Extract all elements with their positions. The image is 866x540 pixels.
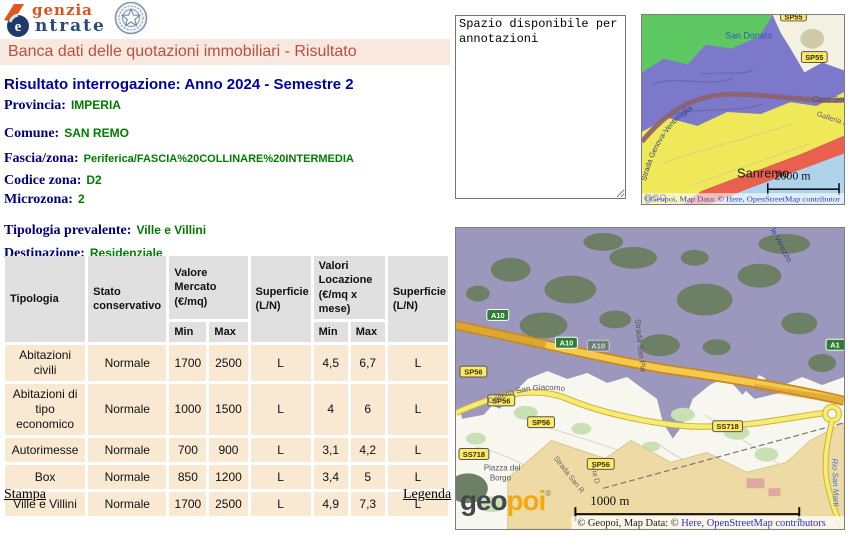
svg-text:SP55: SP55 (784, 15, 802, 21)
svg-text:SS718: SS718 (463, 450, 485, 459)
quotazioni-table: Tipologia Stato conservativo Valore Merc… (2, 253, 451, 519)
col-header-vl-min: Min (314, 322, 348, 342)
col-header-vm-max: Max (209, 322, 247, 342)
urban-block-1 (747, 478, 765, 488)
map-label-san-donato: San Donato (725, 31, 772, 41)
table-row: BoxNormale 8501200 L3,4 5L (5, 465, 448, 489)
scale-label: 1000 m (590, 493, 629, 508)
col-header-vm-min: Min (169, 322, 206, 342)
table-row: Ville e VilliniNormale 17002500 L4,9 7,3… (5, 492, 448, 516)
svg-text:A10: A10 (560, 339, 574, 348)
field-codice-zona: Codice zona:D2 (4, 172, 452, 189)
here-link[interactable]: Here, (681, 518, 704, 529)
svg-text:A1: A1 (830, 341, 840, 350)
svg-text:A10: A10 (591, 342, 605, 351)
map-attribution: © Geopoi, Map Data: © Here, OpenStreetMa… (577, 518, 825, 529)
a10-shield-3: A10 (587, 340, 609, 351)
sp56-shield-1: SP56 (460, 366, 487, 377)
zone-map-small[interactable]: San Donato SP55 SP55 Casa Sere Galleria … (641, 14, 845, 205)
ss718-shield-2: SS718 (459, 449, 489, 460)
table-row: Abitazioni civiliNormale 17002500 L4,5 6… (5, 345, 448, 381)
col-header-superficie-2: Superficie (L/N) (388, 256, 448, 342)
overview-map-large[interactable]: A10 A10 A10 A1 SP56 SP56 (455, 227, 845, 530)
field-provincia: Provincia:IMPERIA (4, 97, 452, 114)
a10-shield-right: A1 (826, 339, 844, 350)
col-header-valori-locazione: Valori Locazione (€/mq x mese) (314, 256, 385, 319)
table-row: AutorimesseNormale 700900 L3,1 4,2L (5, 438, 448, 462)
result-period: Anno 2024 - Semestre 2 (184, 76, 353, 93)
scale-label: 2000 m (775, 168, 812, 182)
agenzia-logo-mark-icon: e (2, 2, 36, 38)
field-fascia-zona: Fascia/zona:Periferica/FASCIA%20COLLINAR… (4, 150, 452, 167)
agenzia-entrate-logo[interactable]: e genzia ntrate (2, 0, 162, 38)
map-label-rio-san-martino: Rio San Marti (830, 458, 841, 507)
ss718-shield-1: SS718 (713, 421, 743, 432)
logo-text-entrate: ntrate (35, 16, 106, 36)
map-label-piazza-del-borgo-2: Borgo (490, 473, 512, 482)
svg-text:SP56: SP56 (532, 418, 550, 427)
svg-text:A10: A10 (491, 311, 505, 320)
legenda-link[interactable]: Legenda (403, 487, 451, 503)
logo-sphere-letter: e (15, 19, 22, 35)
result-heading-label: Risultato interrogazione: (4, 76, 181, 93)
col-header-tipologia: Tipologia (5, 256, 85, 342)
map-label-casa-sere: Casa Sere (812, 95, 844, 104)
osm-link[interactable]: OpenStreetMap contributors (704, 518, 826, 529)
a10-shield-1: A10 (487, 309, 509, 320)
col-header-vl-max: Max (351, 322, 385, 342)
map-attribution[interactable]: ©Geopoi, Map Data: © Here, OpenStreetMap… (644, 197, 841, 204)
italy-emblem-icon (114, 1, 148, 35)
field-comune: Comune:SAN REMO (4, 125, 452, 142)
result-summary: Risultato interrogazione: Anno 2024 - Se… (4, 76, 452, 262)
svg-text:SP55: SP55 (805, 53, 823, 62)
field-microzona: Microzona:2 (4, 191, 452, 208)
col-header-valore-mercato: Valore Mercato (€/mq) (169, 256, 247, 319)
sp56-shield-3: SP56 (528, 417, 555, 428)
table-row: Abitazioni di tipo economicoNormale 1000… (5, 384, 448, 435)
urban-block-2 (768, 488, 780, 496)
field-tipologia-prevalente: Tipologia prevalente:Ville e Villini (4, 222, 452, 239)
zone-beige-blob (800, 29, 824, 49)
page-title: Banca dati delle quotazioni immobiliari … (0, 39, 450, 65)
svg-text:SS718: SS718 (716, 422, 738, 431)
page: e genzia ntrate Banca dati delle quotazi… (0, 0, 866, 540)
col-header-superficie-1: Superficie (L/N) (251, 256, 311, 342)
geopoi-logo: geopoi® (460, 485, 551, 516)
sp55-shield-2: SP55 (801, 52, 827, 63)
annotations-textarea[interactable]: Spazio disponibile per annotazioni (455, 15, 626, 199)
svg-text:SP56: SP56 (464, 368, 482, 377)
a10-shield-2: A10 (555, 337, 577, 348)
stampa-link[interactable]: Stampa (4, 487, 46, 503)
result-heading: Risultato interrogazione: Anno 2024 - Se… (4, 76, 452, 93)
col-header-stato-conservativo: Stato conservativo (88, 256, 166, 342)
sp55-shield-1: SP55 (781, 15, 807, 21)
map-label-piazza-del-borgo-1: Piazza del (484, 463, 521, 472)
